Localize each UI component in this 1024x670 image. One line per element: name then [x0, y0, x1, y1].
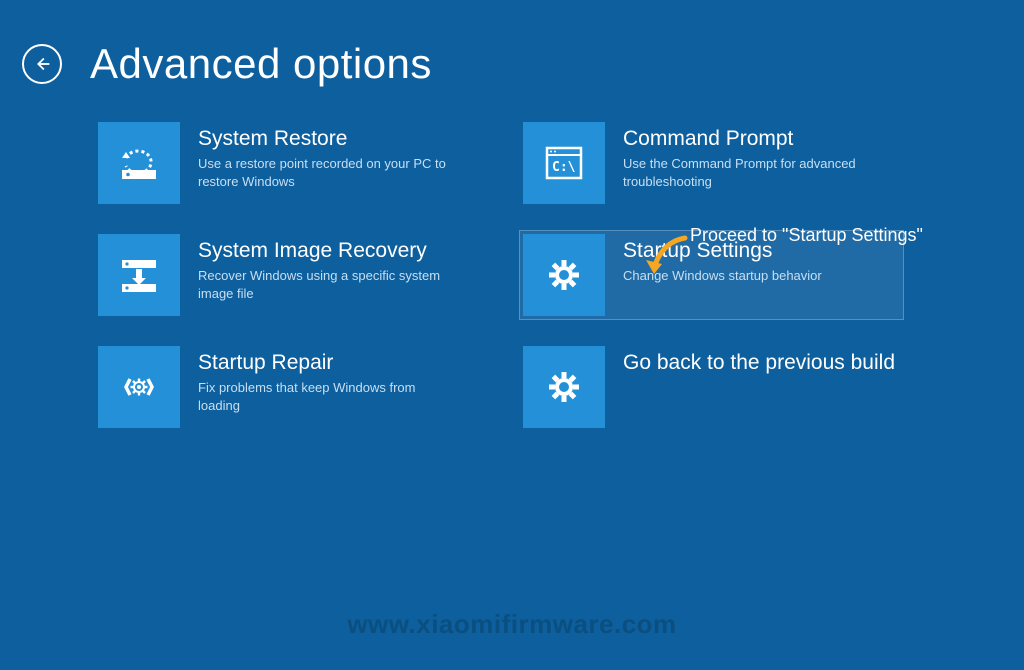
annotation-text: Proceed to "Startup Settings" [690, 225, 923, 246]
go-back-icon [523, 346, 605, 428]
header: Advanced options [0, 0, 1024, 88]
page-title: Advanced options [90, 40, 432, 88]
tile-desc: Use a restore point recorded on your PC … [198, 155, 458, 190]
tile-title: Go back to the previous build [623, 350, 895, 375]
command-prompt-icon: C:\ [523, 122, 605, 204]
tile-system-restore[interactable]: System Restore Use a restore point recor… [94, 118, 479, 208]
tile-desc: Use the Command Prompt for advanced trou… [623, 155, 883, 190]
tile-desc: Recover Windows using a specific system … [198, 267, 458, 302]
tile-title: Startup Repair [198, 350, 458, 375]
options-col-left: System Restore Use a restore point recor… [94, 118, 479, 432]
watermark: www.xiaomifirmware.com [347, 609, 676, 640]
startup-repair-icon [98, 346, 180, 428]
options-grid: System Restore Use a restore point recor… [94, 118, 1024, 432]
tile-title: Command Prompt [623, 126, 883, 151]
tile-go-back[interactable]: Go back to the previous build [519, 342, 904, 432]
tile-title: System Image Recovery [198, 238, 458, 263]
tile-title: System Restore [198, 126, 458, 151]
svg-text:C:\: C:\ [552, 160, 576, 175]
image-recovery-icon [98, 234, 180, 316]
annotation-arrow-icon [640, 230, 695, 285]
tile-startup-repair[interactable]: Startup Repair Fix problems that keep Wi… [94, 342, 479, 432]
startup-settings-icon [523, 234, 605, 316]
back-button[interactable] [22, 44, 62, 84]
options-col-right: C:\ Command Prompt Use the Command Promp… [519, 118, 904, 432]
restore-icon [98, 122, 180, 204]
back-arrow-icon [31, 53, 53, 75]
tile-command-prompt[interactable]: C:\ Command Prompt Use the Command Promp… [519, 118, 904, 208]
tile-system-image-recovery[interactable]: System Image Recovery Recover Windows us… [94, 230, 479, 320]
tile-desc: Fix problems that keep Windows from load… [198, 379, 458, 414]
